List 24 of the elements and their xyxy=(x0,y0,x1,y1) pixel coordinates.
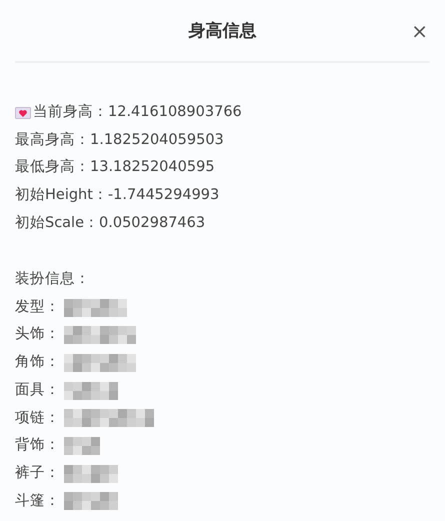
blurred-value xyxy=(64,464,118,483)
blurred-value xyxy=(64,492,118,510)
outfit-label: 斗篷： xyxy=(15,492,60,511)
outfit-label: 面具： xyxy=(15,380,60,400)
height-reading: 初始Height：-1.7445294993 xyxy=(15,186,220,206)
height-reading: 初始Scale：0.0502987463 xyxy=(15,214,206,233)
love-letter-icon xyxy=(15,106,31,119)
blurred-value xyxy=(64,326,136,344)
blurred-value xyxy=(64,298,127,317)
section-heading: 装扮信息： xyxy=(15,270,90,290)
outfit-label: 背饰： xyxy=(15,436,60,456)
height-reading: 当前身高：12.416108903766 xyxy=(33,102,242,122)
outfit-label: 发型： xyxy=(15,298,60,317)
close-button[interactable]: × xyxy=(409,20,430,42)
dialog-title: 身高信息 xyxy=(188,20,256,42)
outfit-label: 裤子： xyxy=(15,464,60,483)
outfit-label: 头饰： xyxy=(15,325,60,344)
outfit-label: 角饰： xyxy=(15,353,60,372)
height-reading: 最低身高：13.18252040595 xyxy=(15,158,215,178)
blurred-value xyxy=(64,382,118,400)
outfit-label: 项链： xyxy=(15,408,60,428)
blurred-value xyxy=(64,354,136,372)
blurred-value xyxy=(64,437,100,456)
height-reading: 最高身高：1.1825204059503 xyxy=(15,130,224,150)
